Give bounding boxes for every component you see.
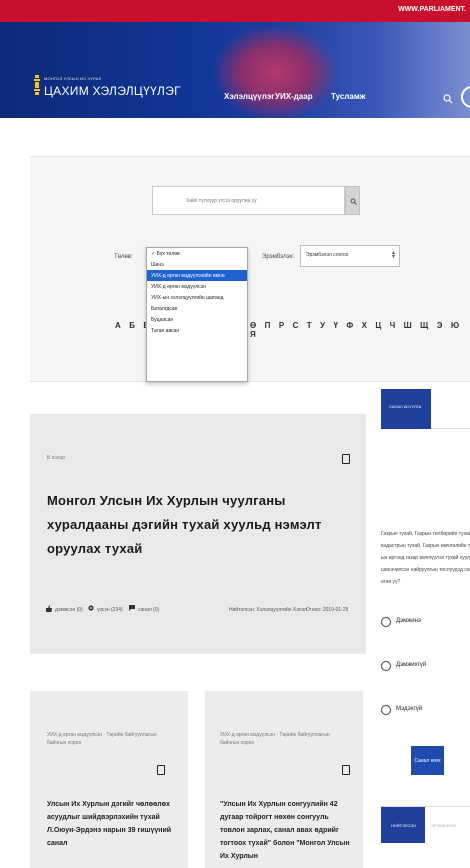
flag-graphic [215,27,335,118]
status-option-new[interactable]: Шинэ [147,259,247,270]
status-option-returned[interactable]: Буцаасан [147,314,247,325]
poll-option-label[interactable]: Дэмжихгүй [396,662,426,668]
featured-category[interactable]: Б хэлэр [47,454,65,462]
header: МОНГОЛ УЛСЫН ИХ ХУРАЛ ЦАХИМ ХЭЛЭЛЦҮҮЛЭГ … [0,22,470,118]
poll-option-radio[interactable] [381,617,391,627]
poll-option-radio[interactable] [381,705,391,715]
poll-question: Газрын тухай, Газрын төлбөрийн тухай, Га… [381,528,470,588]
bookmark-icon[interactable] [342,765,350,775]
comment-icon [129,605,135,611]
card-category[interactable]: УИХ-д өргөн мэдүүлсэн · Төрийн байгуулла… [220,731,348,747]
featured-date: Огноо: 2019-01-25 [306,607,349,613]
select-arrows-icon: ▴▾ [391,250,395,260]
nav-item-discussion[interactable]: Хэлэлцүүлэг [224,92,275,101]
poll-option-label[interactable]: Мэдэхгүй [396,706,422,712]
poll-question-line: Газрын тухай, Газрын төлбөрийн тухай, Га [381,531,470,537]
status-label: Төлөв: [114,254,133,260]
search-field[interactable] [152,186,345,215]
comments-count: санал (0) [138,607,160,613]
poll-option-label[interactable]: Дэмжинэ [396,618,421,624]
search-button[interactable] [345,186,360,215]
featured-author: Нийтэлсэн: Хэлэлцүүлгийн Хэлэл [229,607,307,613]
status-dropdown[interactable]: ✓ Бүх төлөв Шинэ УИХ-д өргөн мэдүүлэхийн… [146,247,248,382]
poll-sidebar: САНАЛ АСУУЛГА Газрын тухай, Газрын төлбө… [381,389,470,868]
top-bar: WWW.PARLIAMENT. [0,0,470,22]
tab-published[interactable]: НИЙТЭЛСЭН [381,807,425,843]
status-option-pre-submit[interactable]: УИХ-д өргөн мэдүүлэхийн өмнө [147,270,247,281]
status-option-all[interactable]: ✓ Бүх төлөв [147,248,247,259]
logo-title[interactable]: ЦАХИМ ХЭЛЭЛЦҮҮЛЭГ [44,84,181,98]
nav-item-help[interactable]: Тусламж [331,92,365,101]
sort-select[interactable]: Эрэмбэлэл сонгох ▴ ▾ [300,245,400,267]
bookmark-icon[interactable] [342,454,350,464]
card-title[interactable]: "Улсын Их Хурлын сонгуулийн 42 дугаар то… [220,798,355,863]
search-icon[interactable] [443,94,453,104]
search-input[interactable] [153,187,344,214]
sort-label: Эрэмбэлэх: [262,254,295,260]
poll-question-line: ын иргэнд газар өмчлүүлэх тухай хуулийн [381,555,470,561]
status-option-discussion[interactable]: УИХ-ын хэлэлцүүлгийн шатанд [147,292,247,303]
user-avatar-icon[interactable] [461,86,470,108]
like-icon [46,605,52,612]
vote-button[interactable]: Санал өгөх [411,746,444,775]
sidebar-tabs: НИЙТЭЛСЭН ЭРЭМБЭЛЭХ [381,806,470,843]
soyombo-icon [34,75,40,95]
status-option-submitted[interactable]: УИХ-д өргөн мэдүүлсэн [147,281,247,292]
alphabet-filter-right[interactable]: Ө П Р С Т У Ү Ф Х Ц Ч Ш Щ Э Ю Я [250,321,470,339]
logo-subtitle: МОНГОЛ УЛСЫН ИХ ХУРАЛ [44,76,102,81]
likes-count: дэмжсэн (0) [55,607,83,613]
tab-sort[interactable]: ЭРЭМБЭЛЭХ [431,823,456,828]
status-option-withdrawn[interactable]: Татан авсан [147,325,247,336]
bookmark-icon[interactable] [157,765,165,775]
poll-question-line: өгнө үү? [381,579,401,585]
tab-divider [431,428,470,429]
featured-title[interactable]: Монгол Улсын Их Хурлын чуулганы хуралдаа… [47,489,347,561]
card-title[interactable]: Улсын Их Хурлын дэгийг чөлөөлөх асуудлыг… [47,798,172,850]
status-option-approved[interactable]: Баталгдсан [147,303,247,314]
poll-question-line: шинэчилсэн найруулгын төслүүдэд санал [381,567,470,573]
eye-icon [88,605,94,611]
poll-tab[interactable]: САНАЛ АСУУЛГА [381,389,431,429]
parliament-link[interactable]: WWW.PARLIAMENT. [398,6,466,13]
sort-select-value: Эрэмбэлэл сонгох [306,252,349,258]
search-icon [350,198,357,205]
nav-item-parliament[interactable]: УИХ-даар [275,92,313,101]
poll-option-radio[interactable] [381,661,391,671]
card-category[interactable]: УИХ-д өргөн мэдүүлсэн · Төрийн байгуулла… [47,731,162,747]
views-count: үзсэн (234) [97,607,123,613]
poll-question-line: кадастрын тухай, Газрын өмчлөлийн тухай [381,543,470,549]
